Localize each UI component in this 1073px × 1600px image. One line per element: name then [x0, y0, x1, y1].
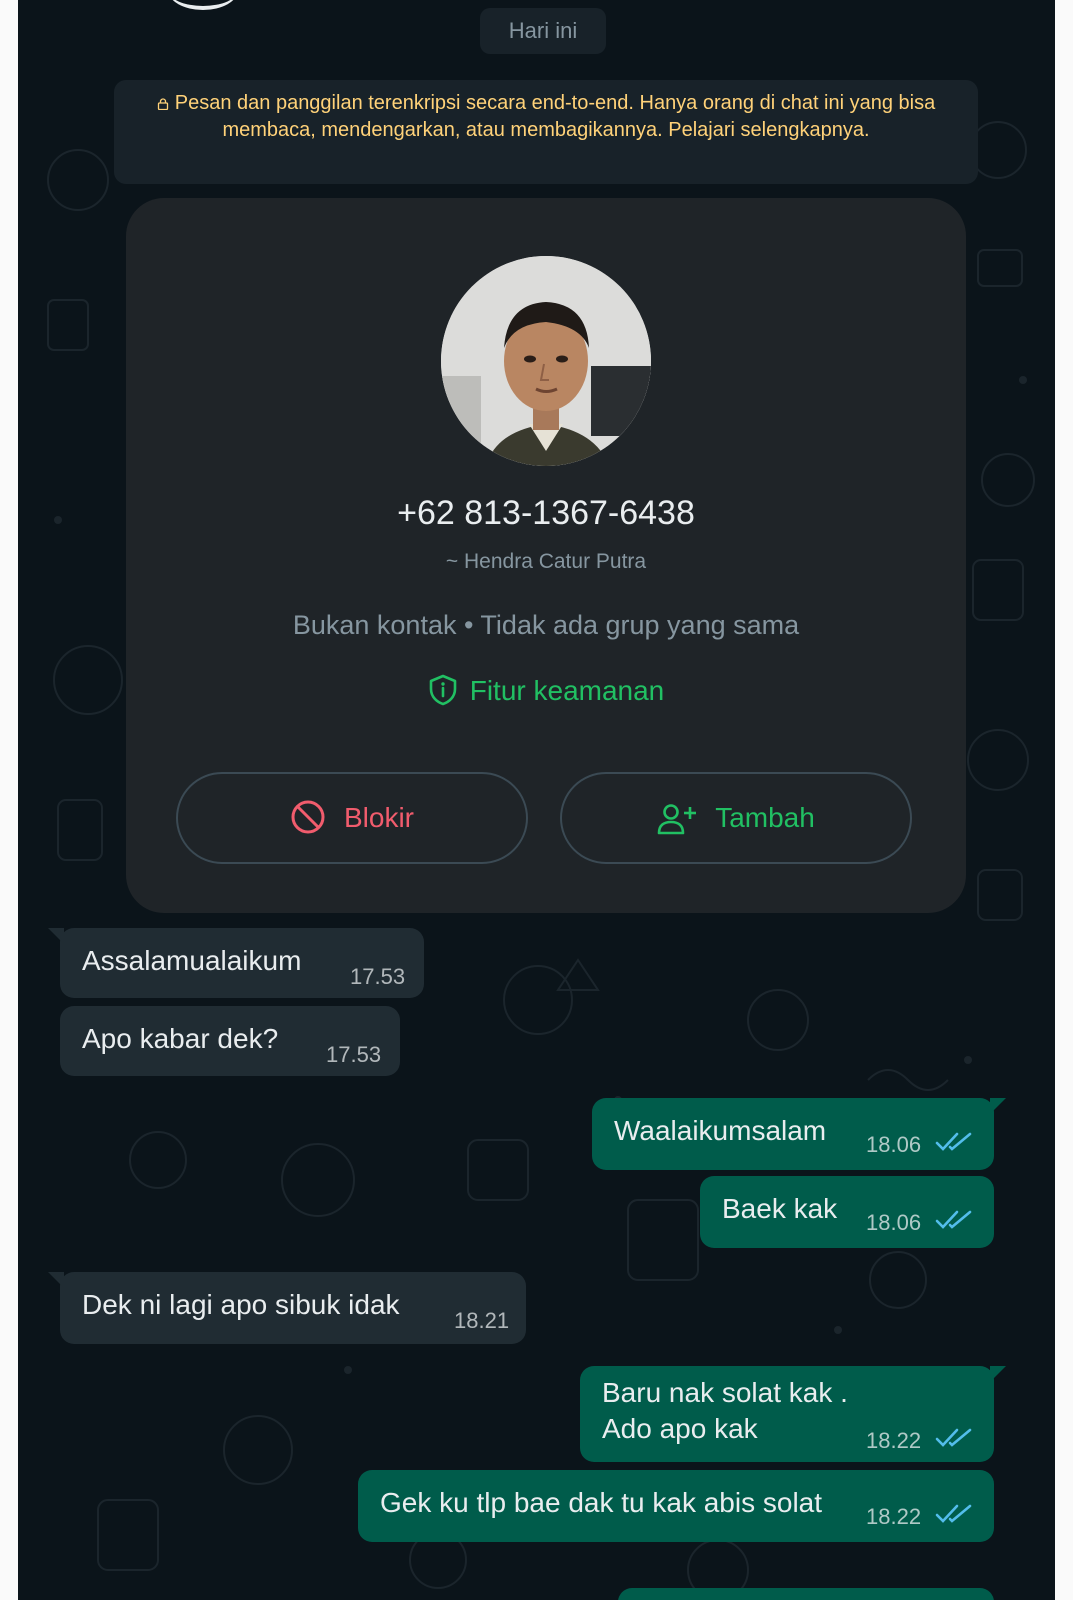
- message-time: 17.53: [350, 964, 406, 989]
- message-time: 18.22: [866, 1504, 922, 1529]
- contact-avatar[interactable]: [441, 256, 651, 466]
- outgoing-message-partial[interactable]: [618, 1588, 994, 1600]
- contact-phone-number: +62 813-1367-6438: [397, 494, 695, 532]
- message-text: Apo kabar dek?: [82, 1023, 279, 1054]
- outgoing-message[interactable]: Waalaikumsalam 18.06: [592, 1098, 1006, 1170]
- message-text: Dek ni lagi apo sibuk idak: [82, 1289, 400, 1320]
- contact-info-card: +62 813-1367-6438 ~ Hendra Catur Putra B…: [126, 198, 966, 913]
- message-text: Assalamualaikum: [82, 945, 302, 976]
- message-text-line-2: Ado apo kak: [602, 1413, 758, 1444]
- message-time: 17.53: [326, 1042, 382, 1067]
- security-features-label: Fitur keamanan: [469, 675, 665, 706]
- double-check-icon: [935, 1210, 972, 1229]
- message-text: Gek ku tlp bae dak tu kak abis solat: [380, 1487, 823, 1518]
- outgoing-message[interactable]: Baek kak 18.06: [700, 1176, 994, 1248]
- screen-edge-right: [1055, 0, 1073, 1600]
- date-chip: Hari ini: [480, 8, 606, 54]
- message-text: Baek kak: [722, 1193, 838, 1224]
- bubble-tail: [48, 1272, 64, 1288]
- block-button[interactable]: Blokir: [176, 772, 528, 864]
- outgoing-message[interactable]: Gek ku tlp bae dak tu kak abis solat 18.…: [358, 1470, 994, 1542]
- screen-edge-left: [0, 0, 18, 1600]
- message-time: 18.06: [866, 1132, 922, 1157]
- message-time: 18.21: [454, 1308, 510, 1333]
- bubble-tail: [990, 1366, 1006, 1382]
- add-contact-button[interactable]: Tambah: [560, 772, 912, 864]
- incoming-message[interactable]: Apo kabar dek? 17.53: [60, 1006, 400, 1076]
- add-contact-label: Tambah: [715, 802, 815, 833]
- shield-icon: [429, 674, 457, 706]
- security-features-link[interactable]: Fitur keamanan: [126, 674, 966, 707]
- double-check-icon: [935, 1504, 972, 1523]
- lock-icon: [157, 98, 168, 110]
- encryption-notice[interactable]: Pesan dan panggilan terenkripsi secara e…: [114, 80, 978, 184]
- avatar-photo: [441, 256, 651, 466]
- outgoing-message[interactable]: Baru nak solat kak . Ado apo kak 18.22: [580, 1366, 1006, 1462]
- block-icon: [291, 800, 325, 834]
- encryption-notice-text: Pesan dan panggilan terenkripsi secara e…: [174, 92, 936, 141]
- message-time: 18.22: [866, 1428, 922, 1453]
- contact-push-name: ~ Hendra Catur Putra: [445, 550, 647, 573]
- add-person-icon: [657, 804, 697, 835]
- chat-area[interactable]: Hari ini Pesan dan panggilan terenkripsi…: [18, 0, 1055, 1600]
- message-text-line-1: Baru nak solat kak .: [602, 1377, 848, 1408]
- incoming-message[interactable]: Dek ni lagi apo sibuk idak 18.21: [48, 1272, 526, 1344]
- block-button-label: Blokir: [343, 802, 414, 833]
- message-time: 18.06: [866, 1210, 922, 1235]
- contact-meta: Bukan kontak • Tidak ada grup yang sama: [292, 610, 800, 640]
- incoming-message[interactable]: Assalamualaikum 17.53: [48, 928, 424, 998]
- bubble-tail: [48, 928, 64, 944]
- double-check-icon: [935, 1428, 972, 1447]
- screen: Hari ini Pesan dan panggilan terenkripsi…: [0, 0, 1073, 1600]
- double-check-icon: [935, 1132, 972, 1151]
- message-text: Waalaikumsalam: [614, 1115, 827, 1146]
- bubble-tail: [990, 1098, 1006, 1114]
